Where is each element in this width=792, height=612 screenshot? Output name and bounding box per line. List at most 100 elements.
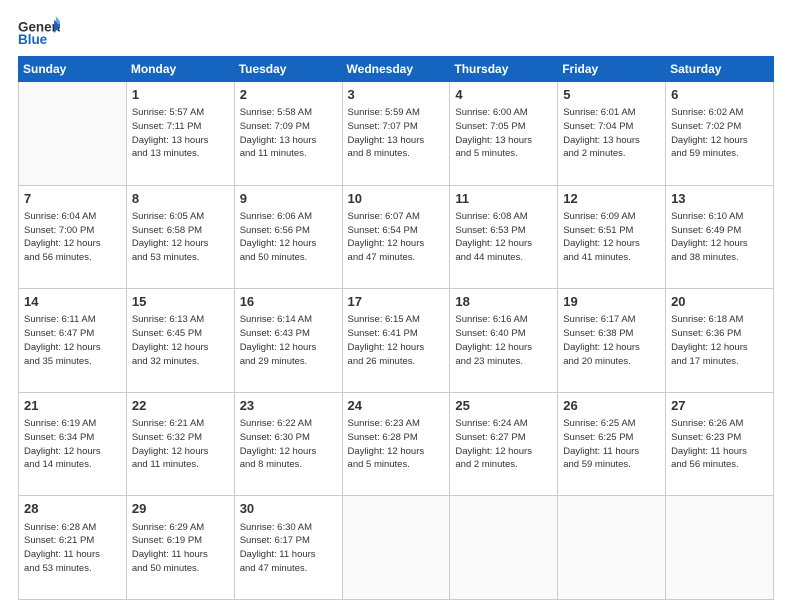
logo: General Blue	[18, 16, 60, 46]
week-row-5: 28 Sunrise: 6:28 AM Sunset: 6:21 PM Dayli…	[19, 496, 774, 600]
day-info: Sunrise: 6:11 AM Sunset: 6:47 PM Dayligh…	[24, 313, 121, 368]
day-info: Sunrise: 6:29 AM Sunset: 6:19 PM Dayligh…	[132, 521, 229, 576]
day-info: Sunrise: 6:28 AM Sunset: 6:21 PM Dayligh…	[24, 521, 121, 576]
day-info: Sunrise: 6:14 AM Sunset: 6:43 PM Dayligh…	[240, 313, 337, 368]
day-info: Sunrise: 5:58 AM Sunset: 7:09 PM Dayligh…	[240, 106, 337, 161]
day-info: Sunrise: 6:06 AM Sunset: 6:56 PM Dayligh…	[240, 210, 337, 265]
calendar-cell: 15 Sunrise: 6:13 AM Sunset: 6:45 PM Dayli…	[126, 289, 234, 393]
day-number: 23	[240, 397, 337, 415]
day-info: Sunrise: 6:05 AM Sunset: 6:58 PM Dayligh…	[132, 210, 229, 265]
day-info: Sunrise: 6:08 AM Sunset: 6:53 PM Dayligh…	[455, 210, 552, 265]
day-info: Sunrise: 6:13 AM Sunset: 6:45 PM Dayligh…	[132, 313, 229, 368]
week-row-4: 21 Sunrise: 6:19 AM Sunset: 6:34 PM Dayli…	[19, 392, 774, 496]
day-info: Sunrise: 6:25 AM Sunset: 6:25 PM Dayligh…	[563, 417, 660, 472]
calendar-cell: 28 Sunrise: 6:28 AM Sunset: 6:21 PM Dayli…	[19, 496, 127, 600]
calendar-cell: 8 Sunrise: 6:05 AM Sunset: 6:58 PM Daylig…	[126, 185, 234, 289]
day-number: 28	[24, 500, 121, 518]
header: General Blue	[18, 16, 774, 46]
day-number: 24	[348, 397, 445, 415]
day-number: 11	[455, 190, 552, 208]
calendar-table: SundayMondayTuesdayWednesdayThursdayFrid…	[18, 56, 774, 600]
day-info: Sunrise: 6:26 AM Sunset: 6:23 PM Dayligh…	[671, 417, 768, 472]
logo-icon: General Blue	[18, 16, 60, 46]
calendar-cell: 11 Sunrise: 6:08 AM Sunset: 6:53 PM Dayli…	[450, 185, 558, 289]
calendar-cell: 12 Sunrise: 6:09 AM Sunset: 6:51 PM Dayli…	[558, 185, 666, 289]
day-number: 30	[240, 500, 337, 518]
weekday-header-tuesday: Tuesday	[234, 57, 342, 82]
calendar-cell: 1 Sunrise: 5:57 AM Sunset: 7:11 PM Daylig…	[126, 82, 234, 186]
day-info: Sunrise: 6:01 AM Sunset: 7:04 PM Dayligh…	[563, 106, 660, 161]
weekday-header-saturday: Saturday	[666, 57, 774, 82]
day-number: 15	[132, 293, 229, 311]
day-number: 10	[348, 190, 445, 208]
day-number: 4	[455, 86, 552, 104]
calendar-cell	[558, 496, 666, 600]
calendar-cell: 3Sunrise: 5:59 AM Sunset: 7:07 PM Daylig…	[342, 82, 450, 186]
weekday-header-row: SundayMondayTuesdayWednesdayThursdayFrid…	[19, 57, 774, 82]
day-number: 21	[24, 397, 121, 415]
calendar-cell: 22Sunrise: 6:21 AM Sunset: 6:32 PM Dayli…	[126, 392, 234, 496]
calendar-cell: 4 Sunrise: 6:00 AM Sunset: 7:05 PM Daylig…	[450, 82, 558, 186]
day-number: 18	[455, 293, 552, 311]
calendar-cell	[450, 496, 558, 600]
day-number: 20	[671, 293, 768, 311]
day-info: Sunrise: 6:16 AM Sunset: 6:40 PM Dayligh…	[455, 313, 552, 368]
day-info: Sunrise: 6:09 AM Sunset: 6:51 PM Dayligh…	[563, 210, 660, 265]
calendar-cell: 17Sunrise: 6:15 AM Sunset: 6:41 PM Dayli…	[342, 289, 450, 393]
weekday-header-wednesday: Wednesday	[342, 57, 450, 82]
day-number: 5	[563, 86, 660, 104]
calendar-cell: 18 Sunrise: 6:16 AM Sunset: 6:40 PM Dayli…	[450, 289, 558, 393]
calendar-cell: 19 Sunrise: 6:17 AM Sunset: 6:38 PM Dayli…	[558, 289, 666, 393]
day-info: Sunrise: 6:30 AM Sunset: 6:17 PM Dayligh…	[240, 521, 337, 576]
calendar-cell: 2 Sunrise: 5:58 AM Sunset: 7:09 PM Daylig…	[234, 82, 342, 186]
day-number: 6	[671, 86, 768, 104]
calendar-cell: 27 Sunrise: 6:26 AM Sunset: 6:23 PM Dayli…	[666, 392, 774, 496]
day-number: 12	[563, 190, 660, 208]
day-number: 17	[348, 293, 445, 311]
day-number: 8	[132, 190, 229, 208]
calendar-cell: 26 Sunrise: 6:25 AM Sunset: 6:25 PM Dayli…	[558, 392, 666, 496]
calendar-cell: 30 Sunrise: 6:30 AM Sunset: 6:17 PM Dayli…	[234, 496, 342, 600]
day-number: 2	[240, 86, 337, 104]
calendar-cell	[342, 496, 450, 600]
weekday-header-friday: Friday	[558, 57, 666, 82]
calendar-cell	[666, 496, 774, 600]
day-number: 19	[563, 293, 660, 311]
day-number: 26	[563, 397, 660, 415]
week-row-3: 14Sunrise: 6:11 AM Sunset: 6:47 PM Dayli…	[19, 289, 774, 393]
day-info: Sunrise: 6:02 AM Sunset: 7:02 PM Dayligh…	[671, 106, 768, 161]
calendar-cell: 9 Sunrise: 6:06 AM Sunset: 6:56 PM Daylig…	[234, 185, 342, 289]
day-info: Sunrise: 6:10 AM Sunset: 6:49 PM Dayligh…	[671, 210, 768, 265]
calendar-cell: 16 Sunrise: 6:14 AM Sunset: 6:43 PM Dayli…	[234, 289, 342, 393]
weekday-header-monday: Monday	[126, 57, 234, 82]
day-number: 3	[348, 86, 445, 104]
day-info: Sunrise: 6:23 AM Sunset: 6:28 PM Dayligh…	[348, 417, 445, 472]
calendar-cell: 10Sunrise: 6:07 AM Sunset: 6:54 PM Dayli…	[342, 185, 450, 289]
day-number: 25	[455, 397, 552, 415]
calendar-cell: 24 Sunrise: 6:23 AM Sunset: 6:28 PM Dayli…	[342, 392, 450, 496]
day-number: 16	[240, 293, 337, 311]
page: General Blue SundayMondayTuesdayWednesda…	[0, 0, 792, 612]
day-info: Sunrise: 6:17 AM Sunset: 6:38 PM Dayligh…	[563, 313, 660, 368]
day-number: 13	[671, 190, 768, 208]
day-number: 1	[132, 86, 229, 104]
day-info: Sunrise: 6:21 AM Sunset: 6:32 PM Dayligh…	[132, 417, 229, 472]
day-info: Sunrise: 5:57 AM Sunset: 7:11 PM Dayligh…	[132, 106, 229, 161]
calendar-cell: 14Sunrise: 6:11 AM Sunset: 6:47 PM Dayli…	[19, 289, 127, 393]
day-info: Sunrise: 6:24 AM Sunset: 6:27 PM Dayligh…	[455, 417, 552, 472]
day-number: 27	[671, 397, 768, 415]
calendar-cell: 6 Sunrise: 6:02 AM Sunset: 7:02 PM Daylig…	[666, 82, 774, 186]
calendar-cell: 21 Sunrise: 6:19 AM Sunset: 6:34 PM Dayli…	[19, 392, 127, 496]
calendar-cell: 13 Sunrise: 6:10 AM Sunset: 6:49 PM Dayli…	[666, 185, 774, 289]
day-number: 29	[132, 500, 229, 518]
day-info: Sunrise: 6:19 AM Sunset: 6:34 PM Dayligh…	[24, 417, 121, 472]
day-number: 9	[240, 190, 337, 208]
calendar-cell: 29 Sunrise: 6:29 AM Sunset: 6:19 PM Dayli…	[126, 496, 234, 600]
week-row-1: 1 Sunrise: 5:57 AM Sunset: 7:11 PM Daylig…	[19, 82, 774, 186]
day-info: Sunrise: 6:22 AM Sunset: 6:30 PM Dayligh…	[240, 417, 337, 472]
svg-text:Blue: Blue	[18, 32, 48, 46]
day-info: Sunrise: 6:18 AM Sunset: 6:36 PM Dayligh…	[671, 313, 768, 368]
calendar-cell: 20 Sunrise: 6:18 AM Sunset: 6:36 PM Dayli…	[666, 289, 774, 393]
calendar-cell: 25 Sunrise: 6:24 AM Sunset: 6:27 PM Dayli…	[450, 392, 558, 496]
day-info: Sunrise: 6:00 AM Sunset: 7:05 PM Dayligh…	[455, 106, 552, 161]
